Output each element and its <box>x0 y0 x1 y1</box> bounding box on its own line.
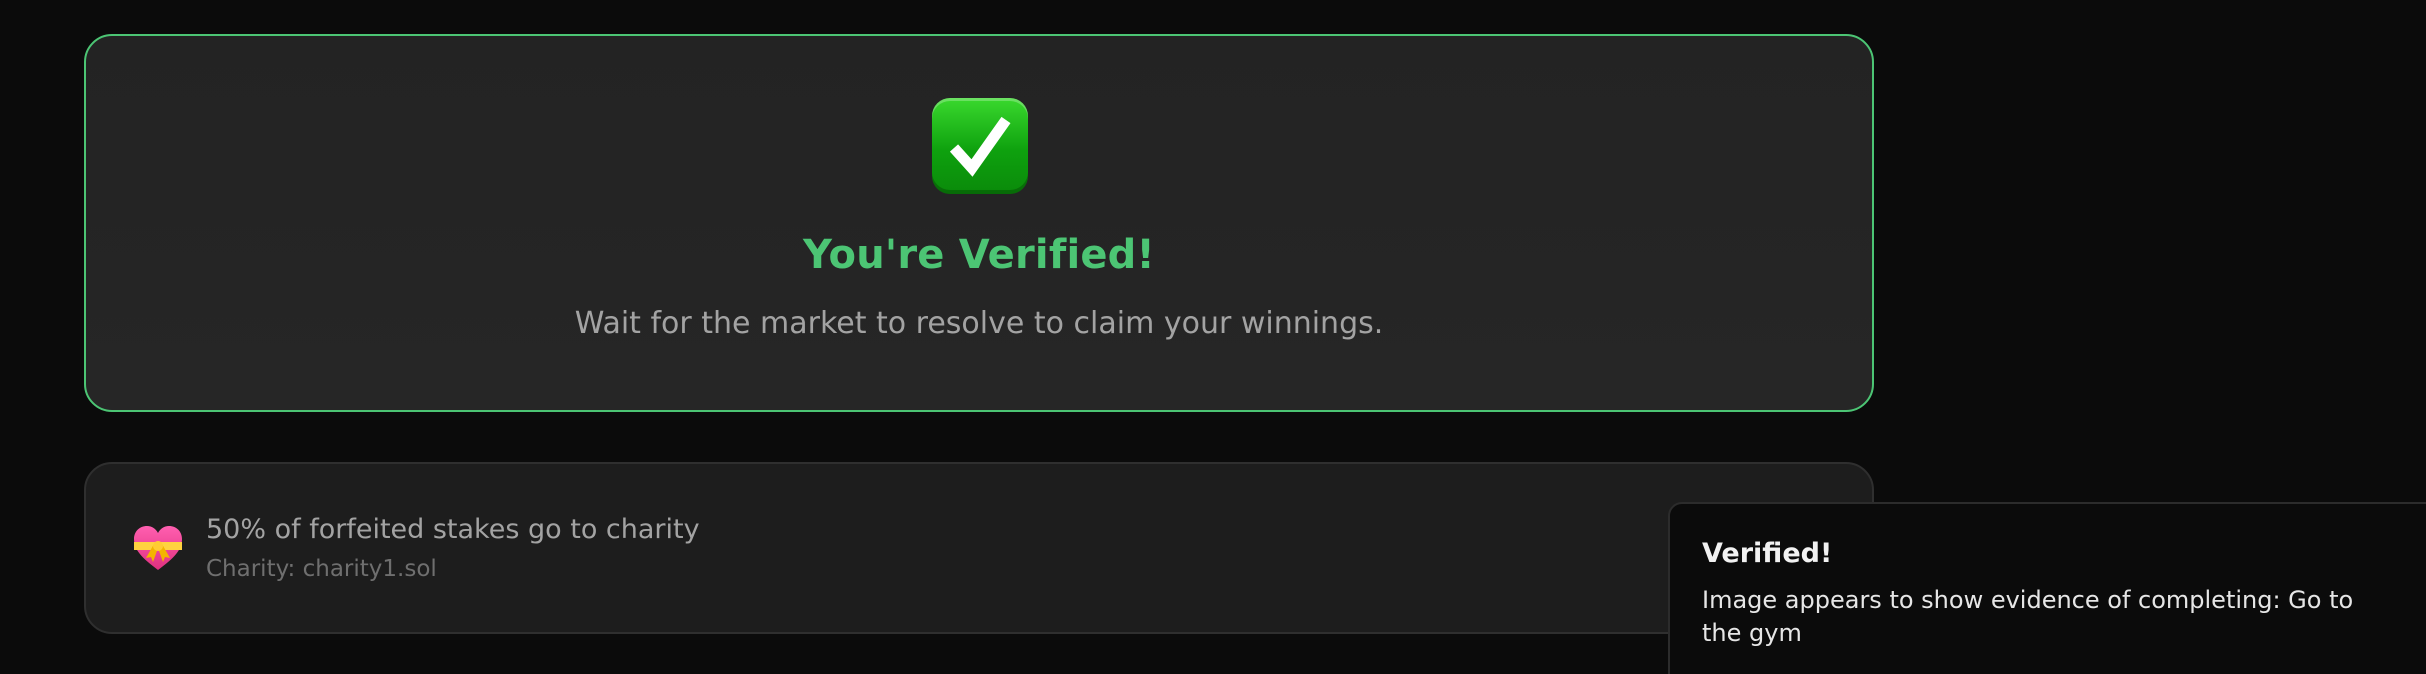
charity-address: Charity: charity1.sol <box>206 556 437 582</box>
verified-subtitle: Wait for the market to resolve to claim … <box>574 306 1384 341</box>
check-mark-glyph <box>949 116 1011 177</box>
charity-card: 50% of forfeited stakes go to charity Ch… <box>84 462 1874 634</box>
heart-with-ribbon-icon <box>134 526 182 570</box>
page: You're Verified! Wait for the market to … <box>0 0 2426 674</box>
toast-title: Verified! <box>1702 538 1833 569</box>
toast-message: Image appears to show evidence of comple… <box>1702 586 2354 647</box>
charity-title: 50% of forfeited stakes go to charity <box>206 514 700 545</box>
toast-notification[interactable]: Verified! Image appears to show evidence… <box>1668 502 2426 674</box>
check-mark-button-icon <box>932 98 1028 194</box>
verified-card: You're Verified! Wait for the market to … <box>84 34 1874 412</box>
verified-title: You're Verified! <box>803 232 1155 278</box>
